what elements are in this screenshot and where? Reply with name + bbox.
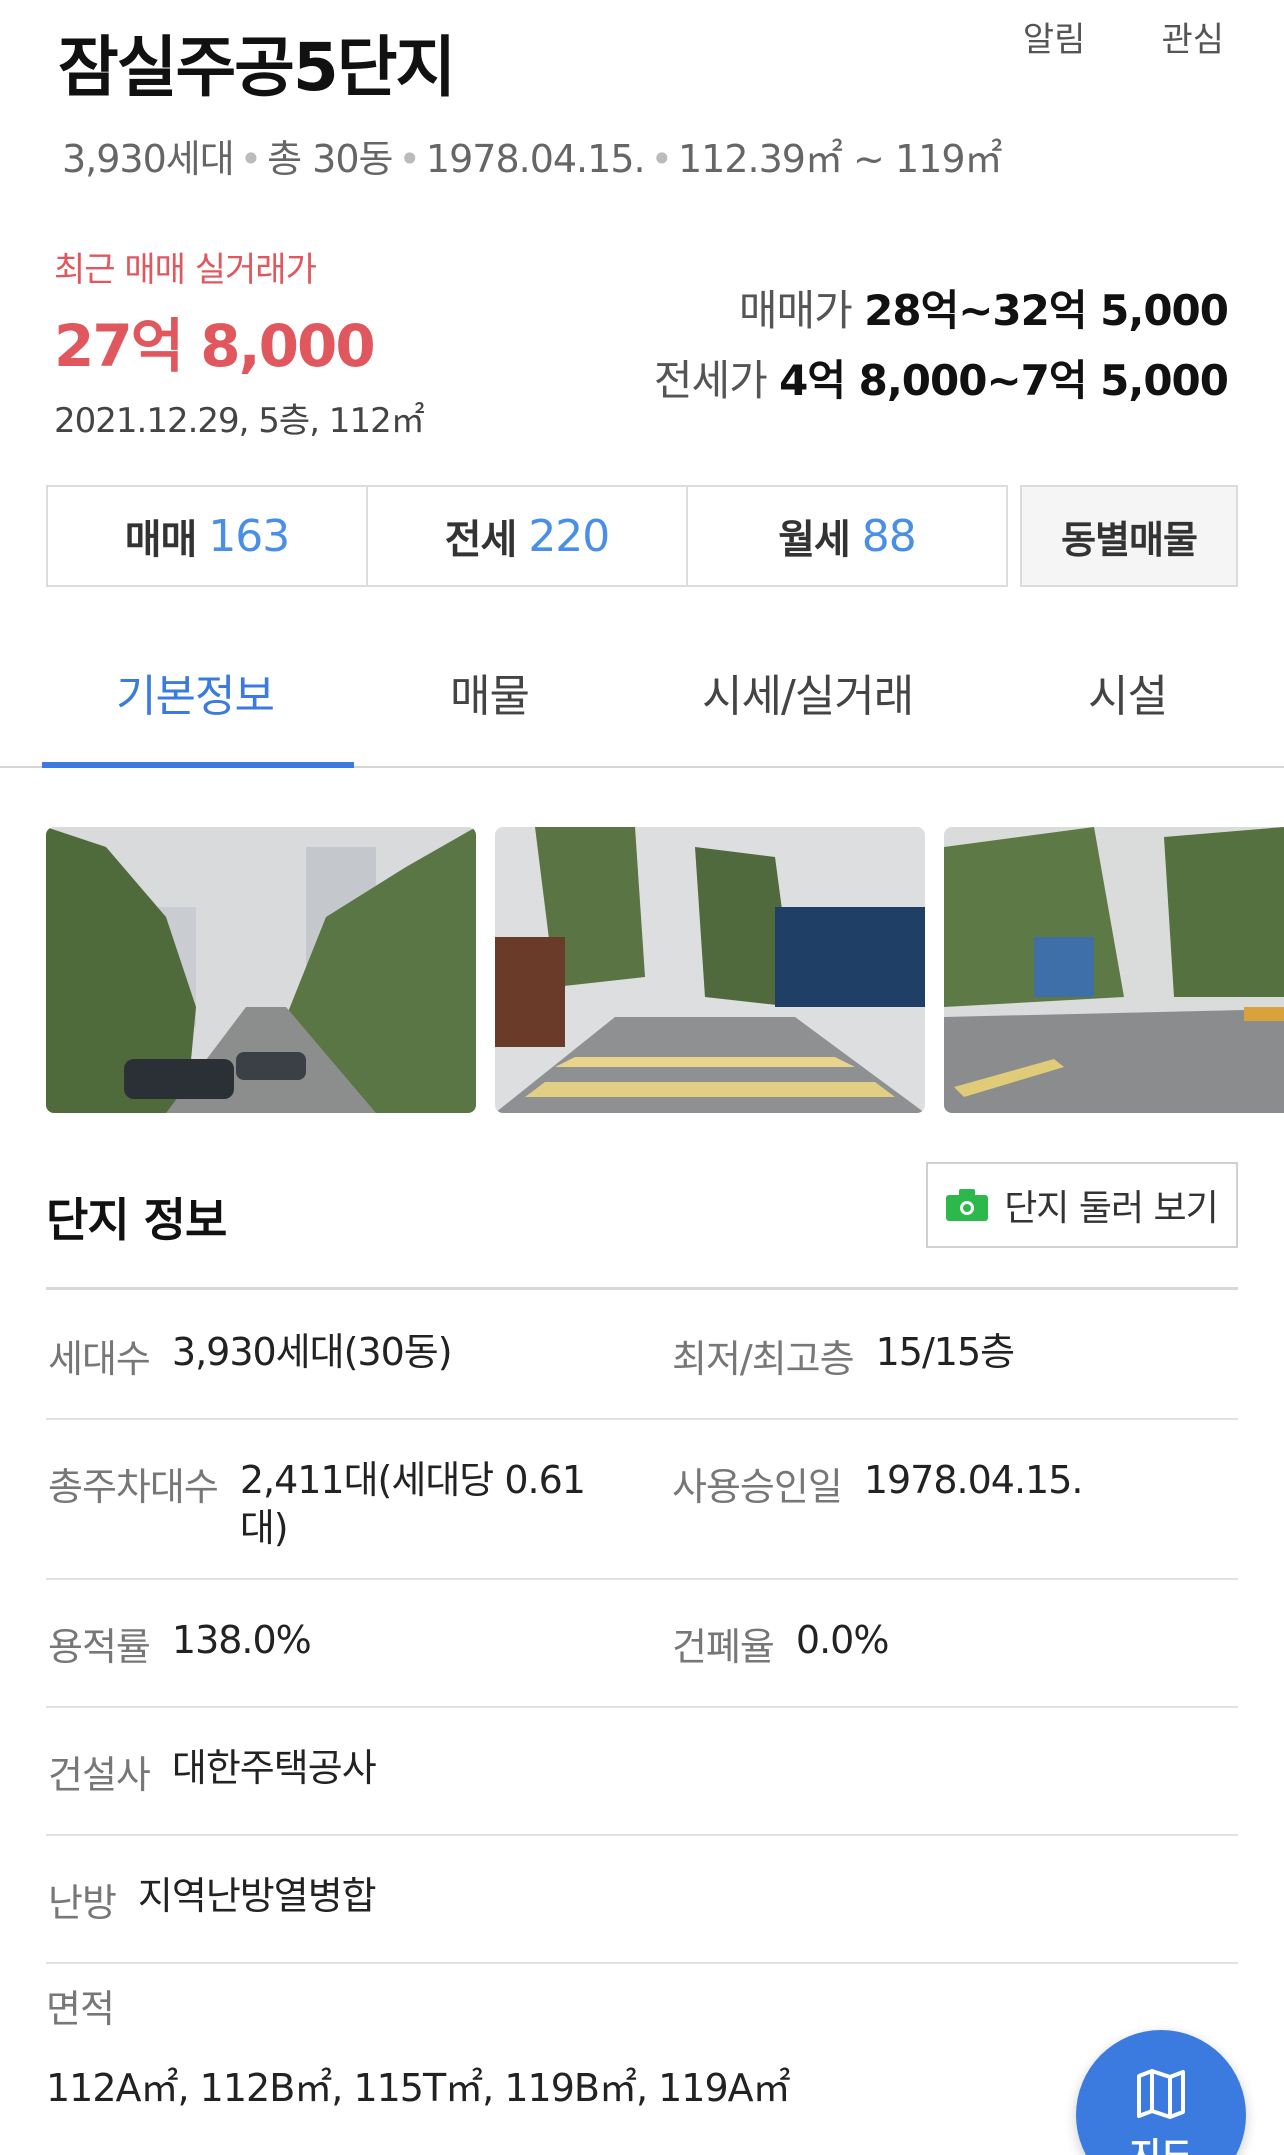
sale-price-value: 28억~32억 5,000: [864, 286, 1229, 335]
complex-header: 잠실주공5단지 알림 관심 3,930세대 • 총 30동 • 1978.04.15. •…: [0, 0, 1284, 200]
tab-listings[interactable]: 매물: [450, 660, 530, 724]
meta-households: 3,930세대: [62, 137, 235, 181]
meta-buildings: 총 30동: [267, 137, 393, 181]
photo-carousel[interactable]: [46, 827, 1284, 1115]
info-label: 총주차대수: [48, 1465, 219, 1509]
info-value: 0.0%: [795, 1618, 890, 1662]
sale-price-range: 매매가 28억~32억 5,000: [654, 276, 1229, 346]
sale-count-button[interactable]: 매매 163: [48, 487, 368, 585]
info-label: 용적률: [48, 1625, 151, 1669]
complex-info-header: 단지 정보 단지 둘러 보기: [46, 1162, 1238, 1290]
price-ranges: 매매가 28억~32억 5,000 전세가 4억 8,000~7억 5,000: [653, 276, 1229, 416]
info-label: 세대수: [48, 1337, 151, 1381]
recent-trade-label: 최근 매매 실거래가: [54, 250, 317, 290]
meta-approval-date: 1978.04.15.: [425, 137, 646, 181]
info-value: 대한주택공사: [171, 1746, 377, 1790]
tab-facilities[interactable]: 시설: [1088, 660, 1168, 724]
info-area: 면적 112A㎡, 112B㎡, 115T㎡, 119B㎡, 119A㎡: [46, 1978, 1238, 2112]
area-value: 112A㎡, 112B㎡, 115T㎡, 119B㎡, 119A㎡: [46, 2066, 791, 2110]
info-building-coverage: 건폐율 0.0%: [672, 1616, 1232, 1671]
camera-icon: [946, 1189, 989, 1221]
tab-price-trades[interactable]: 시세/실거래: [702, 660, 914, 724]
info-label: 사용승인일: [672, 1465, 843, 1509]
map-button-label: 지도: [1130, 2128, 1193, 2155]
area-label: 면적: [46, 1987, 115, 2031]
complex-tour-label: 단지 둘러 보기: [1004, 1188, 1219, 1229]
info-label: 난방: [48, 1881, 117, 1925]
info-value: 138.0%: [171, 1618, 312, 1662]
info-value: 15/15층: [875, 1330, 1015, 1374]
recent-trade: 최근 매매 실거래가 27억 8,000 2021.12.29, 5층, 112…: [54, 242, 425, 442]
info-row: 난방 지역난방열병합: [46, 1836, 1238, 1964]
complex-photo[interactable]: [46, 827, 476, 1113]
complex-info-title: 단지 정보: [46, 1193, 227, 1247]
info-label: 건설사: [48, 1753, 151, 1797]
active-tab-indicator: [42, 762, 354, 768]
monthly-count-button[interactable]: 월세 88: [688, 487, 1006, 585]
info-approval-date: 사용승인일 1978.04.15.: [672, 1456, 1232, 1511]
info-label: 건폐율: [672, 1625, 775, 1669]
alarm-button[interactable]: 알림: [1023, 12, 1086, 61]
complex-tour-button[interactable]: 단지 둘러 보기: [926, 1162, 1238, 1248]
info-heating: 난방 지역난방열병합: [48, 1872, 638, 1927]
meta-area-range: 112.39㎡ ~ 119㎡: [678, 137, 1002, 181]
info-value: 3,930세대(30동): [171, 1330, 453, 1374]
jeonse-price-range: 전세가 4억 8,000~7억 5,000: [653, 346, 1229, 416]
jeonse-count-label: 전세: [444, 517, 518, 563]
jeonse-count-value: 220: [528, 510, 610, 562]
top-actions: 알림 관심: [1023, 12, 1224, 61]
favorite-button[interactable]: 관심: [1161, 12, 1224, 61]
recent-trade-detail: 2021.12.29, 5층, 112㎡: [54, 401, 425, 441]
page-title: 잠실주공5단지: [58, 29, 456, 106]
info-row: 세대수 3,930세대(30동) 최저/최고층 15/15층: [46, 1292, 1238, 1420]
monthly-count-label: 월세: [778, 517, 851, 563]
map-icon: [1137, 2069, 1185, 2119]
tab-bar: 기본정보 매물 시세/실거래 시설: [0, 620, 1284, 768]
jeonse-price-value: 4억 8,000~7억 5,000: [779, 356, 1229, 405]
listing-counts: 매매 163 전세 220 월세 88 동별매물: [46, 485, 1238, 587]
info-value: 1978.04.15.: [863, 1458, 1084, 1502]
info-row: 건설사 대한주택공사: [46, 1708, 1238, 1836]
info-floors: 최저/최고층 15/15층: [672, 1328, 1232, 1383]
info-households: 세대수 3,930세대(30동): [48, 1328, 638, 1383]
separator-dot: •: [650, 137, 673, 181]
tab-basic-info[interactable]: 기본정보: [116, 660, 275, 724]
info-builder: 건설사 대한주택공사: [48, 1744, 638, 1799]
complex-meta: 3,930세대 • 총 30동 • 1978.04.15. • 112.39㎡ ~ 119㎡: [62, 128, 1002, 183]
sale-count-label: 매매: [124, 517, 198, 563]
info-label: 최저/최고층: [672, 1337, 855, 1381]
listing-count-group: 매매 163 전세 220 월세 88: [46, 485, 1008, 587]
sale-price-label: 매매가: [738, 286, 853, 335]
info-row: 총주차대수 2,411대(세대당 0.61대) 사용승인일 1978.04.15…: [46, 1420, 1238, 1580]
info-value: 2,411대(세대당 0.61대): [239, 1458, 586, 1550]
jeonse-price-label: 전세가: [653, 356, 768, 405]
complex-photo[interactable]: [944, 827, 1284, 1113]
sale-count-value: 163: [208, 510, 290, 562]
jeonse-count-button[interactable]: 전세 220: [368, 487, 688, 585]
info-row: 용적률 138.0% 건폐율 0.0%: [46, 1580, 1238, 1708]
info-floor-area-ratio: 용적률 138.0%: [48, 1616, 638, 1671]
monthly-count-value: 88: [861, 510, 917, 562]
by-building-listings-button[interactable]: 동별매물: [1020, 485, 1238, 587]
info-value: 지역난방열병합: [137, 1874, 377, 1918]
complex-photo[interactable]: [495, 827, 925, 1113]
separator-dot: •: [398, 137, 421, 181]
separator-dot: •: [239, 137, 262, 181]
info-parking: 총주차대수 2,411대(세대당 0.61대): [48, 1456, 638, 1552]
recent-trade-price: 27억 8,000: [54, 312, 376, 380]
